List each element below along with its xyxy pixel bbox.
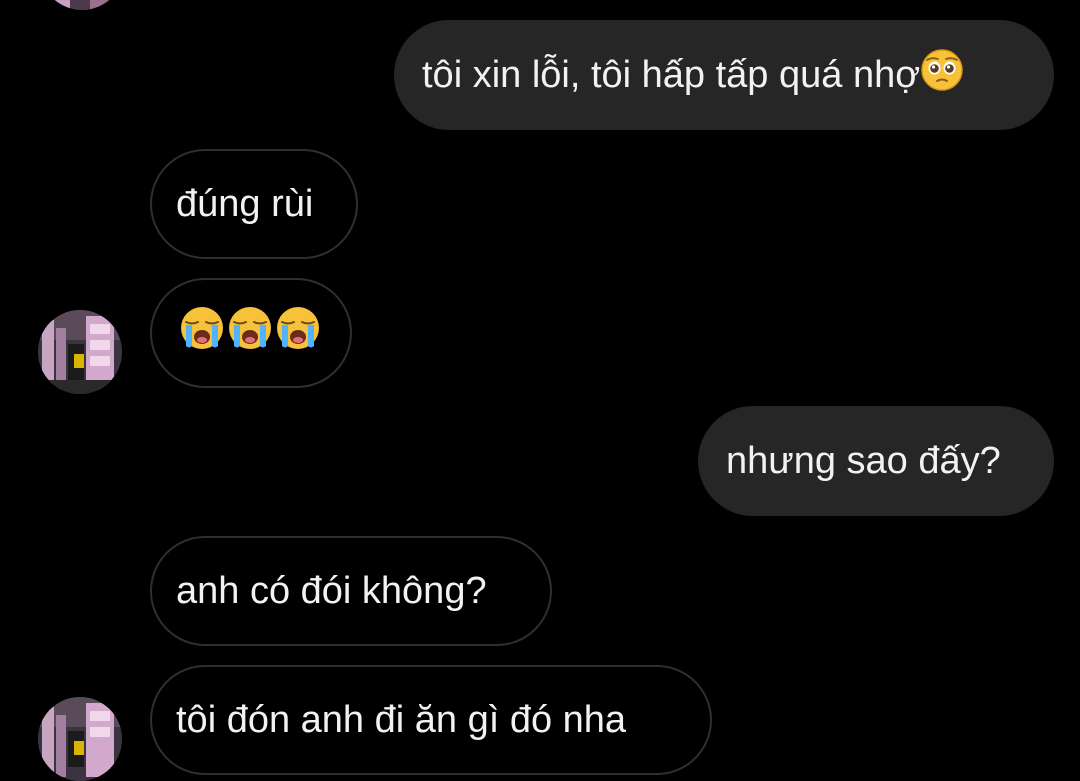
contact-avatar[interactable] — [40, 0, 124, 10]
message-text: nhưng sao đấy? — [726, 440, 1001, 482]
loudly-crying-face-icon — [226, 304, 274, 362]
message-bubble-outgoing[interactable]: nhưng sao đấy? — [698, 406, 1054, 516]
loudly-crying-face-icon — [178, 304, 226, 362]
message-text: đúng rùi — [176, 183, 314, 225]
chat-thread: tôi xin lỗi, tôi hấp tấp quá nhợ đúng rù… — [0, 0, 1080, 781]
message-text: tôi xin lỗi, tôi hấp tấp quá nhợ — [422, 54, 921, 96]
loudly-crying-face-icon — [274, 304, 322, 362]
message-text: tôi đón anh đi ăn gì đó nha — [176, 699, 627, 741]
contact-avatar[interactable] — [38, 697, 122, 781]
message-bubble-incoming[interactable]: anh có đói không? — [150, 536, 552, 646]
pleading-face-icon — [920, 48, 964, 102]
message-text: anh có đói không? — [176, 570, 487, 612]
message-bubble-outgoing[interactable]: tôi xin lỗi, tôi hấp tấp quá nhợ — [394, 20, 1054, 130]
contact-avatar[interactable] — [38, 310, 122, 394]
message-bubble-incoming[interactable]: tôi đón anh đi ăn gì đó nha — [150, 665, 712, 775]
message-bubble-incoming[interactable] — [150, 278, 352, 388]
message-bubble-incoming[interactable]: đúng rùi — [150, 149, 358, 259]
